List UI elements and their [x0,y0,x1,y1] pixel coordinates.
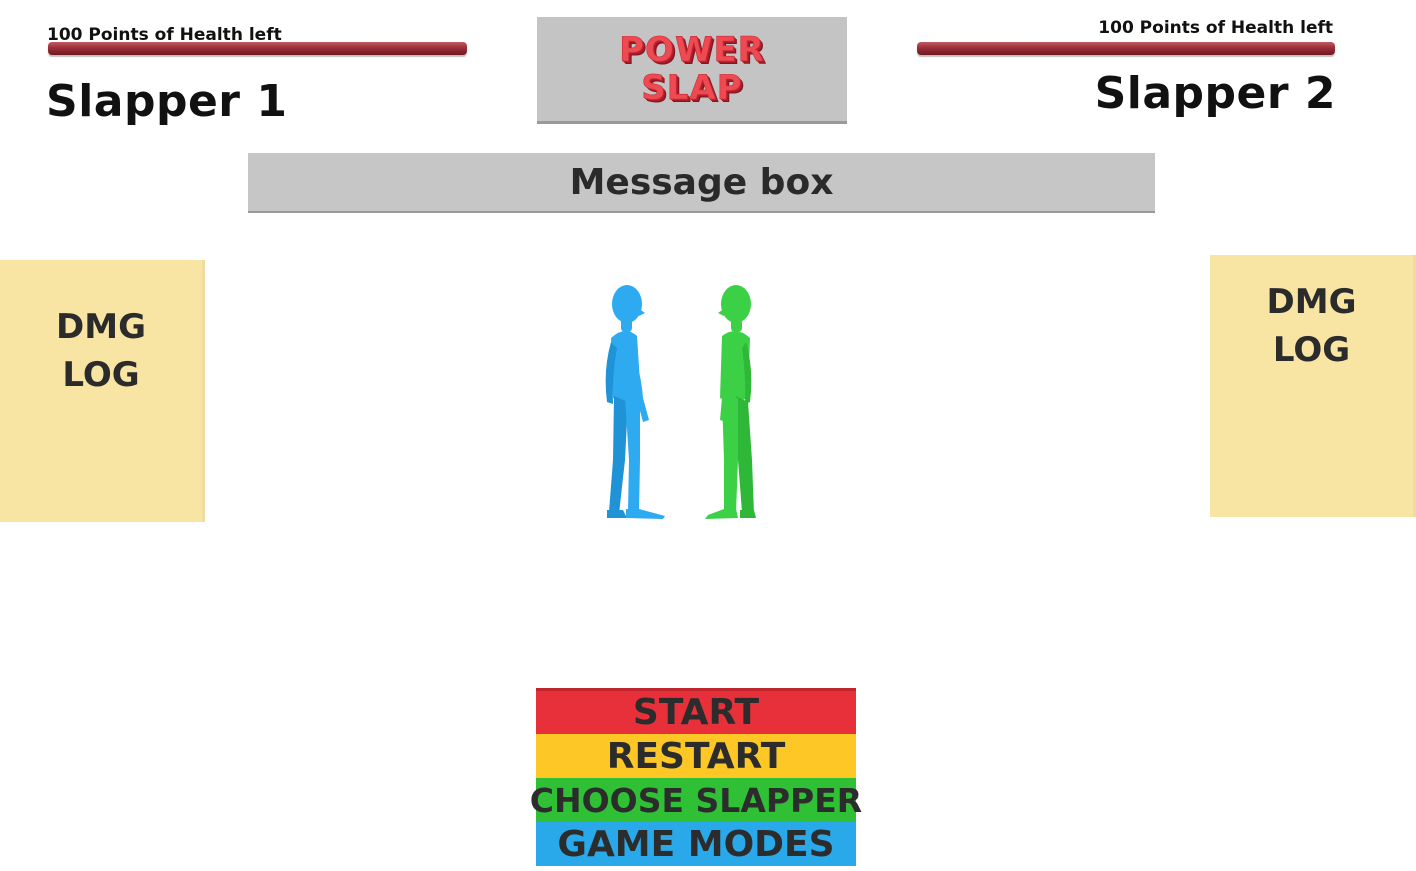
damage-log-title-line1: DMG [1266,282,1357,322]
main-menu: START RESTART CHOOSE SLAPPER GAME MODES [530,688,862,866]
damage-log-title-line1: DMG [56,307,146,347]
damage-log-title-line2: LOG [62,355,140,395]
game-logo: POWER SLAP [537,17,847,124]
restart-button[interactable]: RESTART [536,734,856,778]
player2-damage-log: DMG LOG [1210,255,1416,517]
player2-name: Slapper 2 [1094,68,1336,119]
message-box: Message box [248,153,1155,213]
player1-health-bar [48,42,467,55]
player1-character [605,285,665,519]
player2-health-bar [917,42,1335,55]
player2-health-text: 100 Points of Health left [1098,18,1333,38]
logo-title-line2: SLAP [641,68,743,108]
damage-log-title-line2: LOG [1272,330,1351,370]
choose-slapper-button[interactable]: CHOOSE SLAPPER [530,778,862,822]
player2-character [705,285,756,519]
game-modes-button[interactable]: GAME MODES [536,822,856,866]
logo-title-line1: POWER [619,30,765,70]
player1-name: Slapper 1 [46,76,288,127]
player1-damage-log: DMG LOG [0,260,205,522]
start-button[interactable]: START [536,688,856,734]
